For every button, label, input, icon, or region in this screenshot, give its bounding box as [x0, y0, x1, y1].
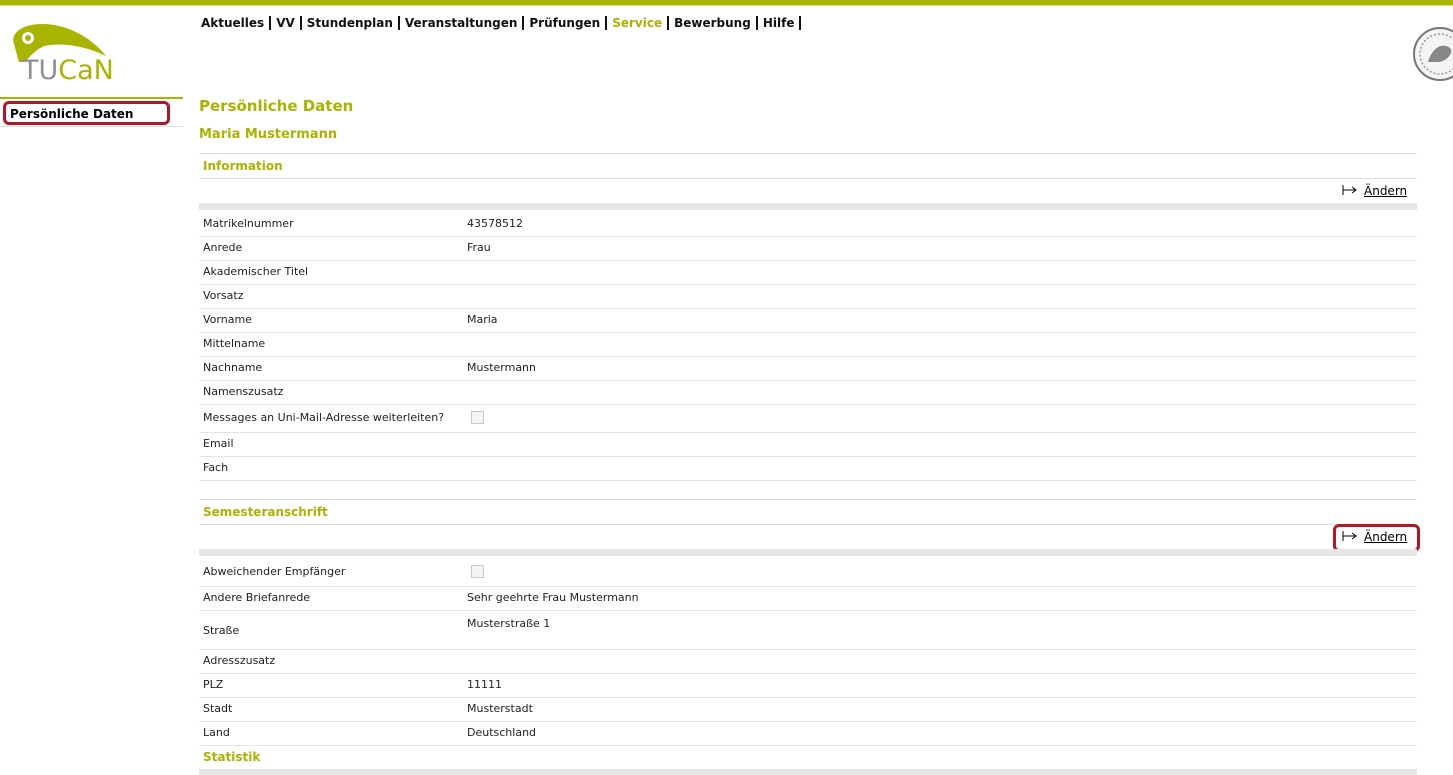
row-label: Abweichender Empfänger: [203, 565, 346, 578]
divider: [199, 178, 1417, 179]
table-row: Land Deutschland: [199, 721, 1417, 746]
table-row: Straße Musterstraße 1: [199, 610, 1417, 650]
nav-item-stundenplan[interactable]: Stundenplan: [302, 16, 400, 30]
information-edit-link[interactable]: Ändern: [1342, 184, 1407, 198]
table-row: Adresszusatz: [199, 649, 1417, 674]
table-row: Vorname Maria: [199, 308, 1417, 333]
row-label: PLZ: [203, 678, 224, 691]
table-row: Nachname Mustermann: [199, 356, 1417, 381]
table-row: Matrikelnummer 43578512: [199, 212, 1417, 237]
divider: [199, 153, 1417, 154]
nav-item-bewerbung[interactable]: Bewerbung: [669, 16, 758, 30]
nav-item-aktuelles[interactable]: Aktuelles: [196, 16, 272, 30]
section-bar: [199, 549, 1417, 556]
row-value: Sehr geehrte Frau Mustermann: [467, 591, 639, 604]
row-label: Straße: [203, 624, 240, 637]
row-checkbox[interactable]: [471, 565, 484, 578]
row-label: Vorsatz: [203, 289, 244, 302]
table-row: Email: [199, 432, 1417, 457]
information-edit-label: Ändern: [1364, 184, 1408, 198]
row-value: Frau: [467, 241, 491, 254]
row-label: Nachname: [203, 361, 263, 374]
divider: [199, 524, 1417, 525]
table-row: Mittelname: [199, 332, 1417, 357]
nav-item-pr-fungen[interactable]: Prüfungen: [524, 16, 608, 30]
table-row: Stadt Musterstadt: [199, 697, 1417, 722]
row-label: Vorname: [203, 313, 252, 326]
table-row: PLZ 11111: [199, 673, 1417, 698]
nav-item-veranstaltungen[interactable]: Veranstaltungen: [400, 16, 525, 30]
divider: [199, 499, 1417, 500]
arrow-right-icon: [1342, 185, 1357, 195]
section-bar: [199, 203, 1417, 210]
row-label: Land: [203, 726, 230, 739]
row-label: Stadt: [203, 702, 233, 715]
nav-item-service[interactable]: Service: [607, 16, 670, 30]
row-label: Matrikelnummer: [203, 217, 294, 230]
table-row: Fach: [199, 456, 1417, 481]
row-label: Andere Briefanrede: [203, 591, 311, 604]
highlight-sidebar-item: [3, 101, 170, 125]
row-label: Mittelname: [203, 337, 266, 350]
table-row: Anrede Frau: [199, 236, 1417, 261]
table-row: Akademischer Titel: [199, 260, 1417, 285]
row-value: Maria: [467, 313, 498, 326]
tucan-logo-text: TUCaN: [22, 55, 114, 86]
section-bar: [199, 769, 1417, 775]
main-navigation: Aktuelles VV Stundenplan Veranstaltungen Prü…: [196, 14, 802, 32]
highlight-edit-link: [1333, 524, 1420, 552]
row-value: Musterstadt: [467, 702, 533, 715]
section-title-statistik: Statistik: [203, 750, 261, 764]
row-label: Akademischer Titel: [203, 265, 309, 278]
nav-item-vv[interactable]: VV: [271, 16, 302, 30]
row-value: Mustermann: [467, 361, 537, 374]
row-value: 11111: [467, 678, 502, 691]
row-label: Adresszusatz: [203, 654, 276, 667]
row-label: Fach: [203, 461, 229, 474]
row-value: 43578512: [467, 217, 523, 230]
table-row: Messages an Uni-Mail-Adresse weiterleite…: [199, 404, 1417, 433]
page-title: Persönliche Daten: [199, 97, 354, 115]
section-title-semesteranschrift: Semesteranschrift: [203, 505, 328, 519]
logo-can: CaN: [58, 55, 114, 86]
row-label: Anrede: [203, 241, 243, 254]
section-title-information: Information: [203, 159, 283, 173]
logo-tu: TU: [22, 55, 59, 86]
row-label: Email: [203, 437, 234, 450]
sidebar-accent-line: [0, 97, 183, 99]
row-label: Messages an Uni-Mail-Adresse weiterleite…: [203, 411, 445, 424]
table-row: Abweichender Empfänger: [199, 558, 1417, 587]
top-accent-line: [0, 5, 1453, 6]
row-value: Musterstraße 1: [467, 617, 551, 630]
table-row: Andere Briefanrede Sehr geehrte Frau Must…: [199, 586, 1417, 611]
row-value: Deutschland: [467, 726, 537, 739]
row-checkbox[interactable]: [471, 411, 484, 424]
university-seal-icon: [1410, 24, 1453, 84]
person-name: Maria Mustermann: [199, 127, 338, 142]
table-row: Namenszusatz: [199, 380, 1417, 405]
table-row: Vorsatz: [199, 284, 1417, 309]
row-label: Namenszusatz: [203, 385, 284, 398]
nav-item-hilfe[interactable]: Hilfe: [758, 16, 802, 30]
